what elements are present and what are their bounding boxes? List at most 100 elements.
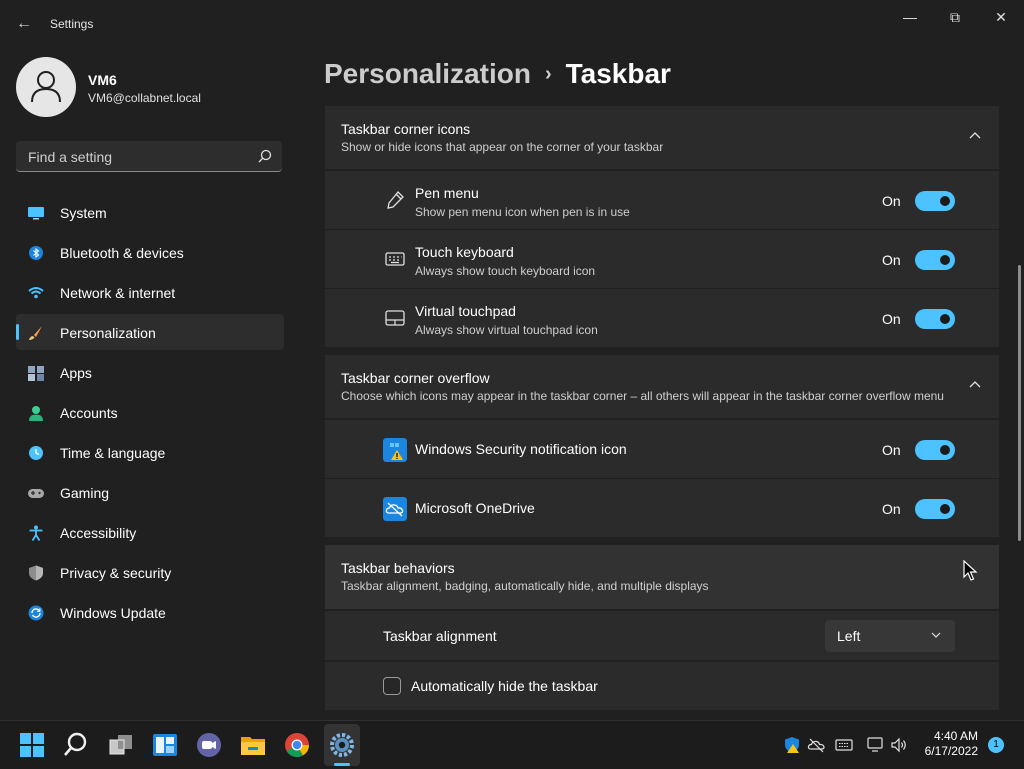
setting-description: Always show touch keyboard icon (415, 264, 596, 278)
sidebar-item-gaming[interactable]: Gaming (16, 474, 284, 510)
breadcrumb-separator: › (544, 63, 552, 85)
page-title: Taskbar (565, 58, 671, 89)
chevron-up-icon[interactable] (969, 131, 981, 139)
windows-security-tray-icon[interactable] (783, 736, 801, 754)
network-tray-icon[interactable] (866, 736, 884, 754)
keyboard-tray-icon[interactable] (835, 736, 853, 754)
monitor-icon (28, 207, 44, 220)
dropdown-value: Left (837, 628, 861, 644)
sidebar-item-network[interactable]: Network & internet (16, 274, 284, 310)
system-clock[interactable]: 4:40 AM 6/17/2022 (916, 729, 978, 759)
sidebar-item-label: Apps (60, 365, 92, 381)
sidebar-item-privacy-security[interactable]: Privacy & security (16, 554, 284, 590)
pen-menu-toggle[interactable] (915, 191, 955, 211)
widgets-icon[interactable] (151, 731, 179, 759)
accessibility-icon (29, 525, 43, 541)
sidebar-item-label: Bluetooth & devices (60, 245, 184, 261)
setting-title: Virtual touchpad (415, 303, 516, 319)
sidebar-item-bluetooth[interactable]: Bluetooth & devices (16, 234, 284, 270)
settings-gear-icon[interactable] (328, 731, 356, 759)
sidebar-item-personalization[interactable]: Personalization (16, 314, 284, 350)
sidebar-item-label: Gaming (60, 485, 110, 501)
active-app-indicator (334, 763, 350, 766)
onedrive-toggle[interactable] (915, 499, 955, 519)
search-input[interactable] (26, 147, 250, 167)
toggle-state-label: On (882, 252, 901, 268)
windows-security-icon (383, 438, 407, 462)
autohide-row: Automatically hide the taskbar (325, 662, 999, 710)
corner-icons-section-header[interactable]: Taskbar corner icons Show or hide icons … (325, 106, 999, 169)
breadcrumb: Personalization › Taskbar (324, 58, 671, 90)
breadcrumb-parent[interactable]: Personalization (324, 58, 531, 89)
sidebar-item-apps[interactable]: Apps (16, 354, 284, 390)
setting-title: Taskbar alignment (383, 628, 497, 644)
setting-title: Microsoft OneDrive (415, 500, 535, 516)
app-title: Settings (50, 17, 94, 31)
toggle-state-label: On (882, 442, 901, 458)
task-view-icon[interactable] (107, 731, 135, 759)
sidebar-item-accessibility[interactable]: Accessibility (16, 514, 284, 550)
taskbar-alignment-dropdown[interactable]: Left (825, 620, 955, 652)
teams-chat-icon[interactable] (195, 731, 223, 759)
chrome-icon[interactable] (283, 731, 311, 759)
section-title: Taskbar corner icons (341, 121, 471, 137)
person-icon (31, 71, 61, 103)
shield-icon (29, 565, 43, 581)
autohide-checkbox[interactable] (383, 677, 401, 695)
clock-globe-icon (29, 446, 43, 460)
windows-security-toggle[interactable] (915, 440, 955, 460)
touch-keyboard-toggle[interactable] (915, 250, 955, 270)
onedrive-icon (383, 497, 407, 521)
start-icon[interactable] (18, 731, 46, 759)
virtual-touchpad-toggle[interactable] (915, 309, 955, 329)
search-icon[interactable] (62, 731, 90, 759)
notification-badge[interactable]: 1 (988, 737, 1004, 753)
sidebar-item-label: Accounts (60, 405, 118, 421)
section-title: Taskbar behaviors (341, 560, 455, 576)
sidebar-nav: System Bluetooth & devices Network & int… (16, 194, 284, 634)
avatar[interactable] (16, 57, 76, 117)
restore-icon[interactable]: ⧉ (940, 8, 970, 26)
bluetooth-icon (29, 246, 43, 260)
title-bar: ← Settings — ⧉ ✕ (0, 0, 1024, 48)
sidebar-item-label: Windows Update (60, 605, 166, 621)
toggle-state-label: On (882, 193, 901, 209)
pen-icon (387, 191, 404, 209)
wifi-icon (28, 287, 44, 299)
onedrive-tray-icon[interactable] (807, 736, 825, 754)
setting-title: Windows Security notification icon (415, 441, 627, 457)
sidebar-item-time-language[interactable]: Time & language (16, 434, 284, 470)
toggle-state-label: On (882, 501, 901, 517)
close-icon[interactable]: ✕ (986, 8, 1016, 26)
keyboard-icon (385, 252, 405, 266)
update-icon (28, 605, 44, 621)
pen-menu-row: Pen menu Show pen menu icon when pen is … (325, 171, 999, 229)
user-name: VM6 (88, 72, 117, 88)
corner-overflow-section-header[interactable]: Taskbar corner overflow Choose which ico… (325, 355, 999, 418)
section-description: Taskbar alignment, badging, automaticall… (341, 579, 709, 593)
gamepad-icon (28, 489, 44, 498)
search-box[interactable] (16, 141, 282, 172)
scrollbar[interactable] (1018, 265, 1021, 541)
windows-security-row: Windows Security notification icon On (325, 420, 999, 478)
touch-keyboard-row: Touch keyboard Always show touch keyboar… (325, 230, 999, 288)
taskbar: 4:40 AM 6/17/2022 1 (0, 720, 1024, 769)
sidebar-item-system[interactable]: System (16, 194, 284, 230)
clock-date: 6/17/2022 (924, 744, 978, 758)
chevron-up-icon[interactable] (969, 380, 981, 388)
apps-icon (28, 366, 44, 381)
back-arrow-icon[interactable]: ← (14, 14, 34, 34)
sidebar-item-label: Privacy & security (60, 565, 172, 581)
sidebar-item-windows-update[interactable]: Windows Update (16, 594, 284, 630)
user-email: VM6@collabnet.local (88, 91, 201, 105)
volume-icon[interactable] (890, 736, 908, 754)
taskbar-alignment-row: Taskbar alignment Left (325, 611, 999, 660)
search-icon[interactable] (258, 149, 272, 163)
behaviors-section-header[interactable]: Taskbar behaviors Taskbar alignment, bad… (325, 545, 999, 609)
clock-time: 4:40 AM (933, 729, 978, 743)
sidebar-item-label: Personalization (60, 325, 156, 341)
sidebar-item-accounts[interactable]: Accounts (16, 394, 284, 430)
file-explorer-icon[interactable] (239, 731, 267, 759)
touchpad-icon (385, 310, 405, 326)
minimize-icon[interactable]: — (895, 8, 925, 26)
